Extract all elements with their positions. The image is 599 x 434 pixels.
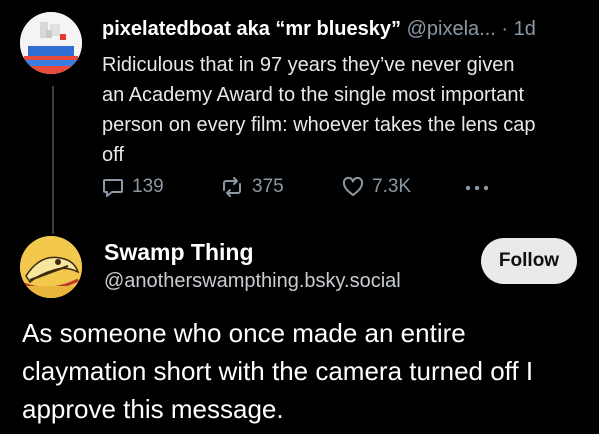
- display-name[interactable]: Swamp Thing: [104, 239, 254, 266]
- ellipsis-icon: [465, 185, 489, 191]
- separator-dot: ·: [501, 18, 509, 40]
- post-header: pixelatedboat aka “mr bluesky” @pixela..…: [102, 18, 536, 41]
- user-handle[interactable]: @anotherswampthing.bsky.social: [104, 270, 401, 293]
- more-options-button[interactable]: [464, 178, 490, 204]
- pixel-boat-avatar-icon: [20, 12, 82, 74]
- follow-button[interactable]: Follow: [481, 238, 577, 284]
- display-name[interactable]: pixelatedboat aka “mr bluesky”: [102, 18, 401, 40]
- heart-icon: [342, 176, 364, 196]
- repost-count: 375: [252, 176, 284, 197]
- reply-count: 139: [132, 176, 164, 197]
- post-timestamp[interactable]: 1d: [514, 18, 536, 40]
- like-button[interactable]: 7.3K: [342, 176, 411, 198]
- repost-arrows-icon: [223, 177, 241, 197]
- user-handle[interactable]: @pixela...: [407, 18, 496, 40]
- avatar[interactable]: [20, 12, 82, 74]
- thread-connector-line: [52, 86, 54, 234]
- post-text: As someone who once made an entire claym…: [22, 318, 534, 424]
- reply-button[interactable]: 139: [102, 176, 164, 198]
- like-count: 7.3K: [372, 176, 412, 197]
- post-actions: 139 375 7.3K: [102, 176, 502, 206]
- repost-button[interactable]: 375: [220, 176, 284, 198]
- avatar[interactable]: [20, 236, 82, 298]
- post-text: Ridiculous that in 97 years they’ve neve…: [102, 54, 536, 166]
- speech-bubble-icon: [103, 179, 123, 197]
- swamp-thing-avatar-icon: [20, 236, 82, 298]
